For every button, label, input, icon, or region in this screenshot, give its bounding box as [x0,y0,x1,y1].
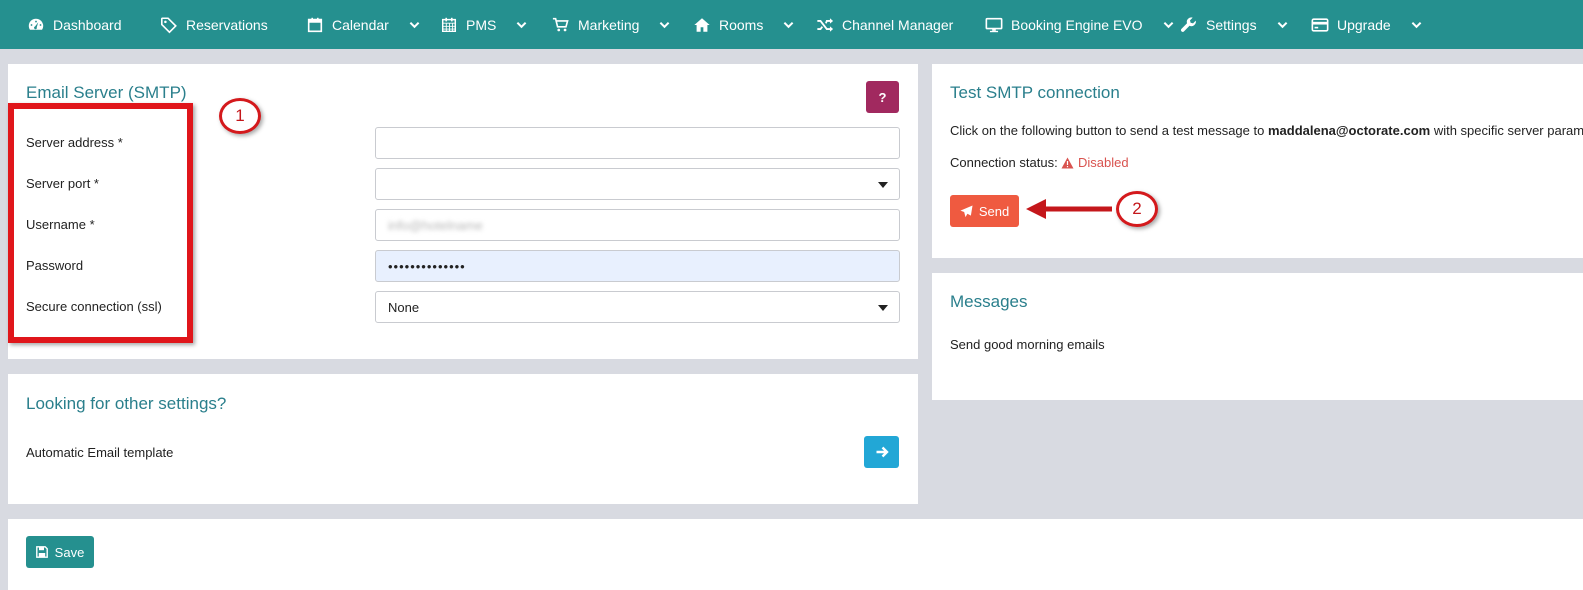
username-input[interactable]: info@hotelname [375,209,900,241]
messages-title: Messages [950,292,1028,311]
chevron-down-icon [660,21,670,29]
top-navbar: Dashboard Reservations Calendar PMS Mark… [0,0,1583,49]
nav-channel-manager[interactable]: Channel Manager [816,0,953,49]
username-value: info@hotelname [388,217,483,233]
nav-pms[interactable]: PMS [440,0,527,49]
warning-icon [1061,157,1074,168]
connection-status: Disabled [1061,155,1129,170]
nav-label: Reservations [186,16,268,33]
chevron-down-icon [1411,21,1422,29]
footer-panel: Save [8,519,1583,590]
messages-text: Send good morning emails [950,337,1105,352]
nav-dashboard[interactable]: Dashboard [27,0,122,49]
credit-card-icon [1311,17,1329,32]
automatic-email-template-label: Automatic Email template [26,445,174,460]
test-description: Click on the following button to send a … [950,123,1583,138]
messages-panel: Messages Send good morning emails [932,273,1583,400]
chevron-down-icon [409,21,420,29]
go-to-template-button[interactable] [864,436,899,468]
save-button[interactable]: Save [26,536,94,568]
secure-connection-value: None [388,299,420,315]
caret-down-icon [878,305,888,311]
password-input[interactable]: •••••••••••••• [375,250,900,282]
wrench-icon [1180,16,1196,32]
tag-icon [160,16,177,33]
nav-reservations[interactable]: Reservations [160,0,268,49]
monitor-icon [985,17,1003,32]
grid-calendar-icon [441,17,457,32]
shuffle-icon [817,17,834,32]
help-button[interactable]: ? [866,81,899,113]
annotation-badge-1: 1 [219,98,261,134]
cart-icon [552,17,569,31]
save-label: Save [54,544,85,560]
test-description-prefix: Click on the following button to send a … [950,123,1268,138]
nav-label: Booking Engine EVO [1011,16,1143,33]
nav-calendar[interactable]: Calendar [306,0,420,49]
test-smtp-panel: Test SMTP connection Click on the follow… [932,64,1583,258]
dashboard-icon [28,18,44,30]
annotation-badge-2: 2 [1116,191,1158,227]
other-settings-panel: Looking for other settings? Automatic Em… [8,374,918,504]
nav-label: Dashboard [53,16,122,33]
smtp-title: Email Server (SMTP) [26,83,187,102]
connection-status-label: Connection status: [950,155,1058,170]
connection-status-value: Disabled [1078,155,1129,170]
secure-connection-select[interactable]: None [375,291,900,323]
send-button[interactable]: Send [950,195,1019,227]
server-port-select[interactable] [375,168,900,200]
calendar-icon [307,17,323,32]
nav-label: Settings [1206,16,1257,33]
nav-label: Channel Manager [842,16,954,33]
caret-down-icon [878,182,888,188]
annotation-arrow-icon [1026,199,1112,219]
chevron-down-icon [784,21,794,29]
nav-label: Marketing [578,16,640,33]
nav-marketing[interactable]: Marketing [552,0,670,49]
nav-rooms[interactable]: Rooms [693,0,794,49]
nav-label: Calendar [332,16,389,33]
chevron-down-icon [1277,21,1287,29]
server-address-input[interactable] [375,127,900,159]
test-email: maddalena@octorate.com [1267,123,1431,138]
nav-settings[interactable]: Settings [1180,0,1288,49]
paper-plane-icon [960,204,973,217]
chevron-down-icon [1163,21,1173,29]
send-label: Send [978,203,1010,219]
nav-label: PMS [466,16,497,33]
nav-booking-engine[interactable]: Booking Engine EVO [985,0,1174,49]
home-icon [694,17,710,32]
nav-upgrade[interactable]: Upgrade [1311,0,1422,49]
test-description-suffix: with specific server parameters. [1433,123,1583,138]
test-smtp-title: Test SMTP connection [950,83,1120,102]
arrow-right-icon [876,446,889,458]
nav-label: Upgrade [1337,16,1391,33]
annotation-highlight-box [8,103,193,343]
chevron-down-icon [517,21,527,29]
nav-label: Rooms [719,16,764,33]
floppy-disk-icon [35,546,48,558]
other-settings-title: Looking for other settings? [26,394,227,413]
